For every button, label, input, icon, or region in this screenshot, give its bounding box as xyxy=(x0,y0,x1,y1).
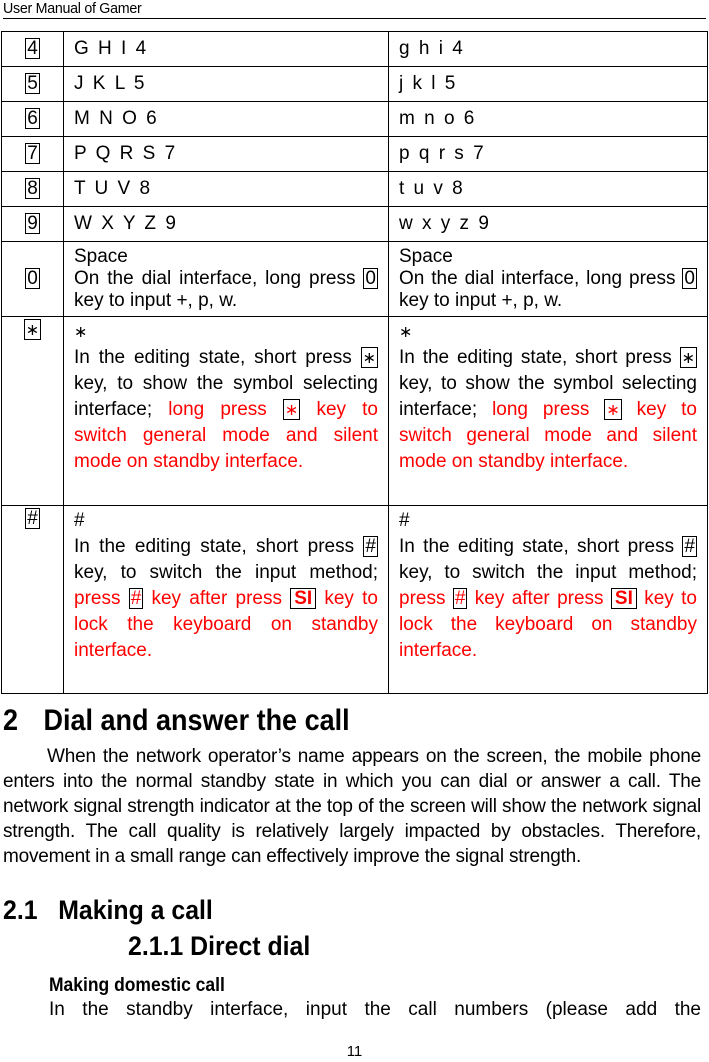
upper-case-cell: P Q R S 7 xyxy=(63,136,389,172)
cell-title: # xyxy=(74,510,85,531)
key-label: 6 xyxy=(25,108,40,129)
key-label: 7 xyxy=(25,143,40,164)
key-label: 8 xyxy=(25,178,40,199)
key-ref: ∗ xyxy=(360,347,378,368)
key-cell: 5 xyxy=(1,66,64,102)
cell-text: key to input +, p, w. xyxy=(399,290,563,311)
upper-case-cell: W X Y Z 9 xyxy=(63,206,389,242)
key-ref: ∗ xyxy=(282,399,301,420)
table-row-key-4: 4 G H I 4g h i 4 xyxy=(1,31,708,67)
table-row-key-7: 7 P Q R S 7p q r s 7 xyxy=(1,136,708,172)
table-row-key-5: 5 J K L 5j k l 5 xyxy=(1,66,708,102)
highlight-text: key after press xyxy=(467,588,611,609)
cell-text: In the editing state, short press xyxy=(399,347,680,368)
upper-case-cell: J K L 5 xyxy=(63,66,389,102)
table-row-key-8: 8 T U V 8t u v 8 xyxy=(1,171,708,207)
highlight-text: press xyxy=(74,588,129,609)
lock-key-ref: SI xyxy=(610,588,637,609)
upper-case-cell: ∗ In the editing state, short press ∗ ke… xyxy=(63,316,389,506)
subheading-domestic-call: Making domestic call xyxy=(49,975,225,996)
page-number: 11 xyxy=(346,1043,363,1060)
cell-text: key, to switch the input method; xyxy=(399,562,697,583)
upper-case-cell: # In the editing state, short press # ke… xyxy=(63,505,389,694)
key-ref: # xyxy=(128,588,144,609)
section-heading-2-1: 2.1 Making a call xyxy=(3,895,213,926)
cell-title: # xyxy=(399,510,410,531)
highlight-text: long press xyxy=(492,399,605,420)
table-row-key-6: 6 M N O 6m n o 6 xyxy=(1,101,708,137)
cell-text: key to input +, p, w. xyxy=(74,290,238,311)
cell-title: Space xyxy=(399,246,453,267)
section-title: Making a call xyxy=(58,895,213,925)
paragraph-text: When the network operator’s name appears… xyxy=(3,746,701,867)
cell-title: ∗ xyxy=(74,322,88,341)
key-ref: 0 xyxy=(682,268,697,289)
lower-case-cell: ∗ In the editing state, short press ∗ ke… xyxy=(388,316,708,506)
lower-case-cell: t u v 8 xyxy=(388,171,708,207)
key-label: 4 xyxy=(25,38,40,59)
section-number: 2 xyxy=(3,704,19,737)
domestic-call-paragraph: In the standby interface, input the call… xyxy=(49,999,701,1020)
cell-title: ∗ xyxy=(399,322,413,341)
key-label: # xyxy=(25,508,40,529)
upper-case-cell: G H I 4 xyxy=(63,31,389,67)
cell-text: In the editing state, short press xyxy=(74,347,361,368)
cell-text: key, to switch the input method; xyxy=(74,562,378,583)
lower-case-cell: g h i 4 xyxy=(388,31,708,67)
key-label: 5 xyxy=(25,73,40,94)
key-label: 9 xyxy=(25,213,40,234)
key-ref: # xyxy=(363,536,378,557)
key-cell: 4 xyxy=(1,31,64,67)
section-title: Dial and answer the call xyxy=(43,704,350,737)
highlight-text: press xyxy=(399,588,453,609)
header-rule xyxy=(3,18,706,19)
key-ref: ∗ xyxy=(604,399,622,420)
key-mapping-table: 4 G H I 4g h i 4 5 J K L 5j k l 5 6 M N O 6m … xyxy=(1,31,708,694)
key-ref: # xyxy=(682,536,697,557)
section-heading-2-1-1: 2.1.1 Direct dial xyxy=(128,931,311,961)
highlight-text: key after press xyxy=(143,588,291,609)
section-number: 2.1 xyxy=(3,895,38,925)
key-label: ∗ xyxy=(23,319,42,340)
key-cell: ∗ xyxy=(1,316,64,506)
table-row-key-hash: # # In the editing state, short press # … xyxy=(1,505,708,694)
lower-case-cell: # In the editing state, short press # ke… xyxy=(388,505,708,694)
upper-case-cell: Space On the dial interface, long press … xyxy=(63,241,389,317)
key-label: 0 xyxy=(25,268,40,289)
lower-case-cell: Space On the dial interface, long press … xyxy=(388,241,708,317)
key-cell: 7 xyxy=(1,136,64,172)
key-cell: 9 xyxy=(1,206,64,242)
highlight-text: long press xyxy=(168,399,283,420)
table-row-key-9: 9 W X Y Z 9w x y z 9 xyxy=(1,206,708,242)
cell-text: In the editing state, short press xyxy=(74,536,364,557)
lower-case-cell: m n o 6 xyxy=(388,101,708,137)
key-cell: 6 xyxy=(1,101,64,137)
table-row-key-star: ∗ ∗ In the editing state, short press ∗ … xyxy=(1,316,708,506)
cell-text: On the dial interface, long press xyxy=(399,268,683,289)
key-ref: 0 xyxy=(363,268,378,289)
lower-case-cell: p q r s 7 xyxy=(388,136,708,172)
key-cell: # xyxy=(1,505,64,694)
cell-text: On the dial interface, long press xyxy=(74,268,364,289)
table-row-key-0: 0 Space On the dial interface, long pres… xyxy=(1,241,708,317)
cell-text: In the editing state, short press xyxy=(399,536,683,557)
section-2-paragraph: When the network operator’s name appears… xyxy=(3,744,701,869)
lower-case-cell: j k l 5 xyxy=(388,66,708,102)
running-header: User Manual of Gamer xyxy=(3,0,142,17)
lock-key-ref: SI xyxy=(290,588,317,609)
cell-title: Space xyxy=(74,246,128,267)
upper-case-cell: M N O 6 xyxy=(63,101,389,137)
lower-case-cell: w x y z 9 xyxy=(388,206,708,242)
key-cell: 8 xyxy=(1,171,64,207)
upper-case-cell: T U V 8 xyxy=(63,171,389,207)
key-ref: # xyxy=(452,588,468,609)
key-cell: 0 xyxy=(1,241,64,317)
key-ref: ∗ xyxy=(679,347,697,368)
section-heading-2: 2 Dial and answer the call xyxy=(3,704,350,738)
